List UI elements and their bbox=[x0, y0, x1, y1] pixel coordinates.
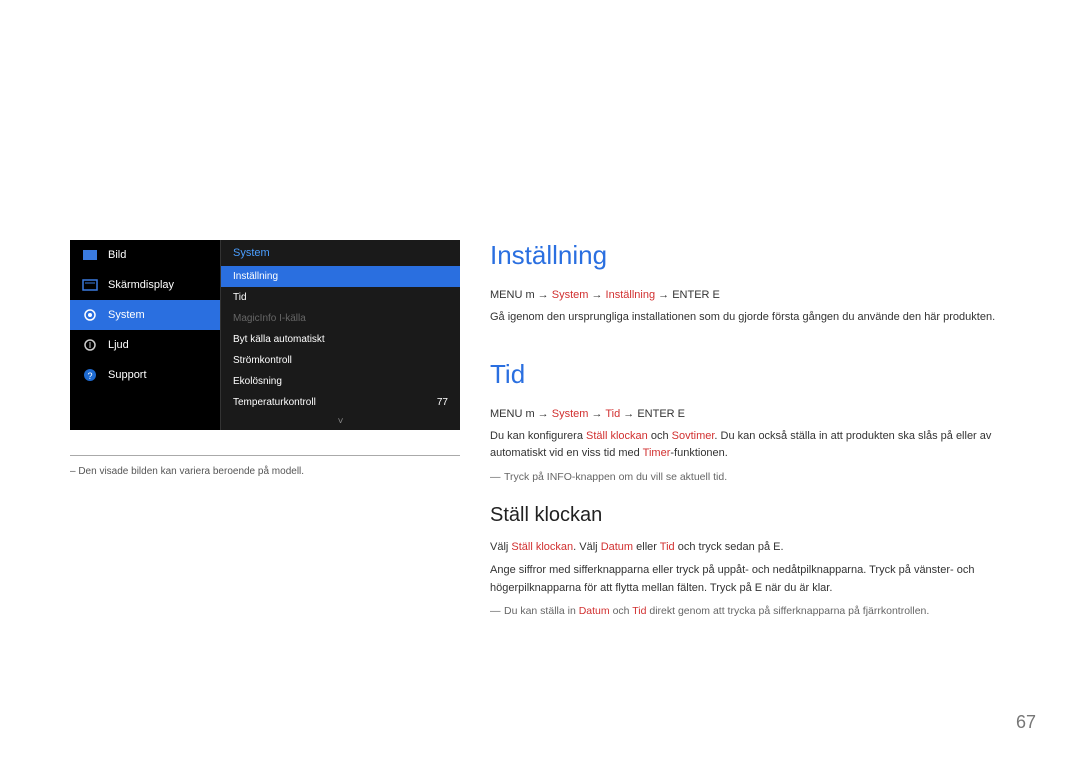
heading-tid: Tid bbox=[490, 359, 1035, 390]
gear-icon bbox=[82, 307, 98, 323]
submenu-item-temperatur[interactable]: Temperaturkontroll 77 bbox=[221, 392, 460, 413]
para-tid-desc: Du kan konfigurera Ställ klockan och Sov… bbox=[490, 428, 1035, 463]
note-stall-klockan: Du kan ställa in Datum och Tid direkt ge… bbox=[490, 603, 1035, 620]
para-installning-desc: Gå igenom den ursprungliga installatione… bbox=[490, 309, 1035, 327]
menu-item-label: System bbox=[108, 309, 145, 321]
para-stall-klockan-2: Ange siffror med sifferknapparna eller t… bbox=[490, 562, 1035, 597]
heading-installning: Inställning bbox=[490, 240, 1035, 271]
manual-content: Inställning MENU m → System → Inställnin… bbox=[490, 240, 1035, 624]
chevron-down-icon[interactable]: ˅ bbox=[221, 413, 460, 430]
breadcrumb-installning: MENU m → System → Inställning → ENTER E bbox=[490, 289, 1035, 301]
image-icon bbox=[82, 247, 98, 263]
submenu-label: Byt källa automatiskt bbox=[233, 334, 325, 345]
submenu-label: MagicInfo I-källa bbox=[233, 313, 306, 324]
menu-left-pane: Bild Skärmdisplay System Ljud bbox=[70, 240, 220, 430]
settings-menu-screenshot: Bild Skärmdisplay System Ljud bbox=[70, 240, 460, 430]
svg-text:?: ? bbox=[87, 371, 92, 381]
breadcrumb-tid: MENU m → System → Tid → ENTER E bbox=[490, 408, 1035, 420]
submenu-item-magicinfo[interactable]: MagicInfo I-källa bbox=[221, 308, 460, 329]
page-number: 67 bbox=[1016, 712, 1036, 733]
submenu-header: System bbox=[221, 240, 460, 266]
submenu-item-ekolosning[interactable]: Ekolösning bbox=[221, 371, 460, 392]
submenu-value: 77 bbox=[437, 397, 448, 408]
submenu-item-tid[interactable]: Tid bbox=[221, 287, 460, 308]
menu-right-pane: System Inställning Tid MagicInfo I-källa… bbox=[220, 240, 460, 430]
menu-item-system[interactable]: System bbox=[70, 300, 220, 330]
submenu-label: Inställning bbox=[233, 271, 278, 282]
menu-item-ljud[interactable]: Ljud bbox=[70, 330, 220, 360]
menu-item-label: Ljud bbox=[108, 339, 129, 351]
submenu-label: Ekolösning bbox=[233, 376, 282, 387]
para-stall-klockan-1: Välj Ställ klockan. Välj Datum eller Tid… bbox=[490, 539, 1035, 557]
image-disclaimer: – Den visade bilden kan variera beroende… bbox=[70, 455, 460, 477]
menu-item-label: Support bbox=[108, 369, 147, 381]
help-icon: ? bbox=[82, 367, 98, 383]
submenu-item-bytkalla[interactable]: Byt källa automatiskt bbox=[221, 329, 460, 350]
display-icon bbox=[82, 277, 98, 293]
submenu-label: Tid bbox=[233, 292, 247, 303]
menu-item-skarmdisplay[interactable]: Skärmdisplay bbox=[70, 270, 220, 300]
menu-item-bild[interactable]: Bild bbox=[70, 240, 220, 270]
heading-stall-klockan: Ställ klockan bbox=[490, 504, 1035, 527]
menu-item-label: Skärmdisplay bbox=[108, 279, 174, 291]
sound-icon bbox=[82, 337, 98, 353]
submenu-item-installning[interactable]: Inställning bbox=[221, 266, 460, 287]
submenu-label: Strömkontroll bbox=[233, 355, 292, 366]
submenu-item-stromkontroll[interactable]: Strömkontroll bbox=[221, 350, 460, 371]
menu-item-support[interactable]: ? Support bbox=[70, 360, 220, 390]
note-info-button: Tryck på INFO-knappen om du vill se aktu… bbox=[490, 469, 1035, 486]
menu-item-label: Bild bbox=[108, 249, 126, 261]
submenu-label: Temperaturkontroll bbox=[233, 397, 316, 408]
